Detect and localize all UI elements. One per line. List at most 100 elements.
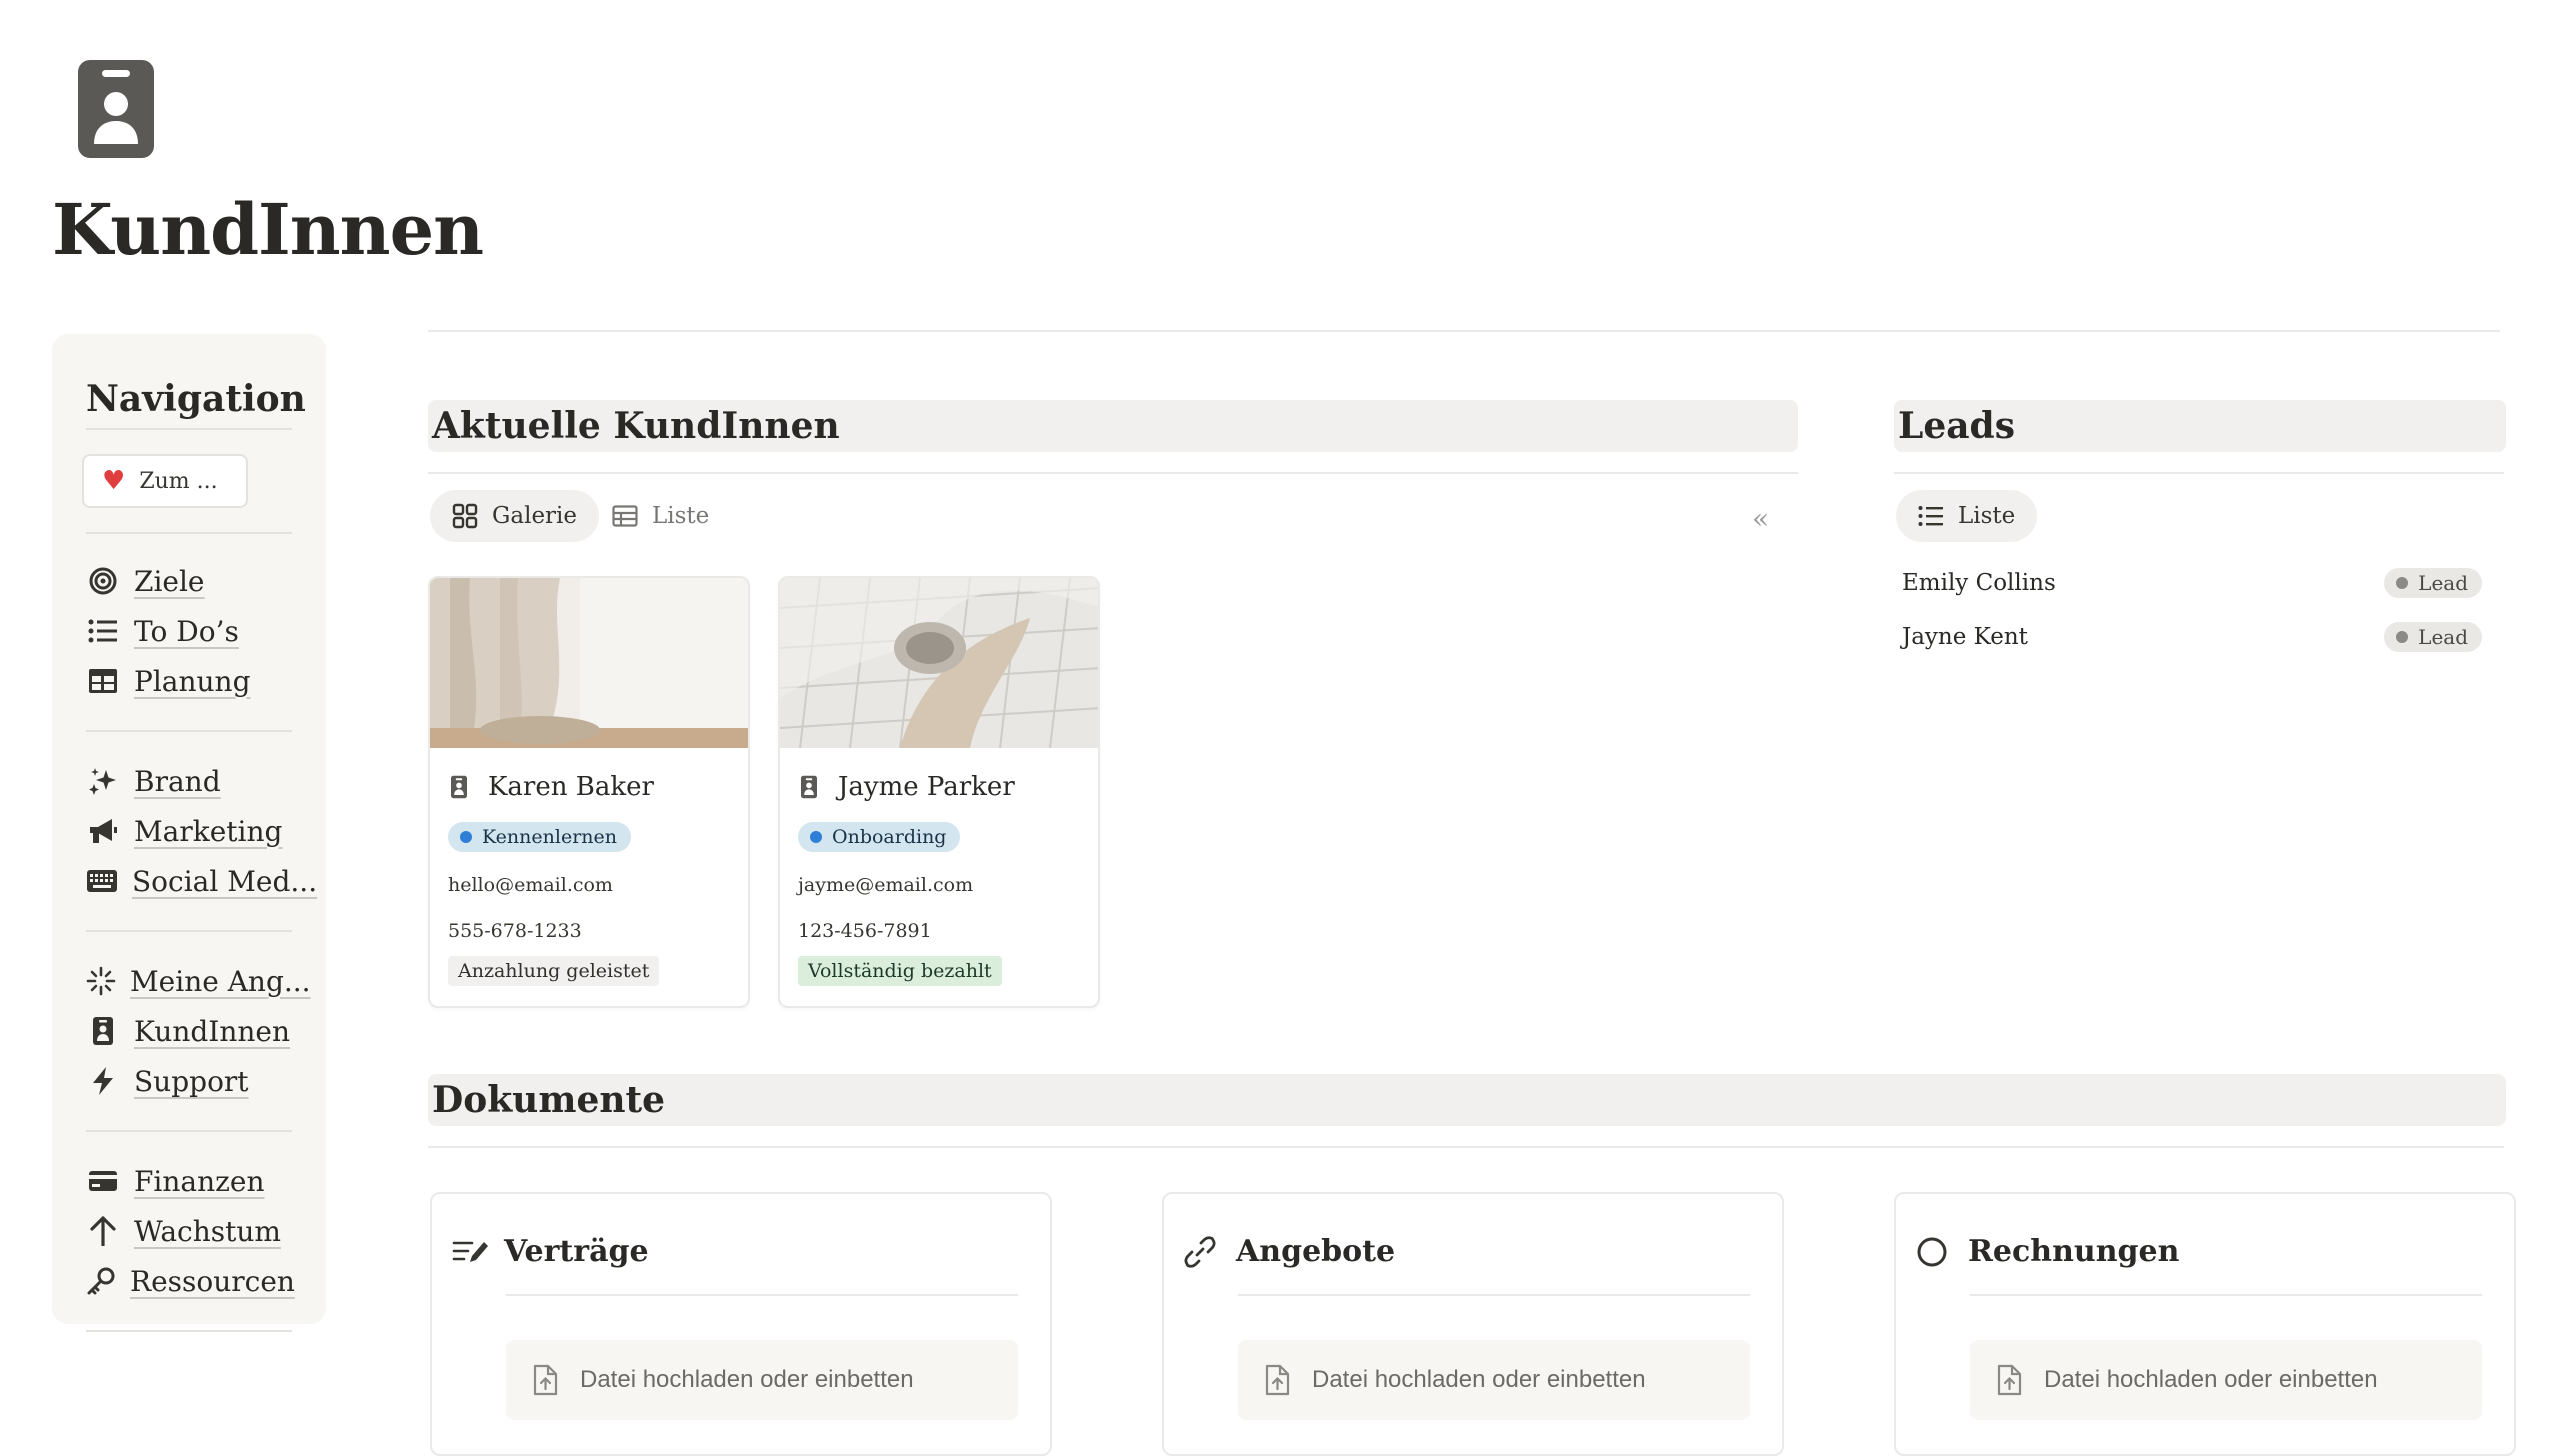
divider	[428, 330, 2500, 332]
edit-lines-icon	[452, 1238, 494, 1266]
contact-card-icon	[800, 775, 818, 799]
upload-button[interactable]: Datei hochladen oder einbetten	[1970, 1340, 2482, 1420]
document-card-title: Verträge	[452, 1234, 649, 1269]
client-email: jayme@email.com	[798, 874, 974, 896]
table-icon	[612, 505, 638, 527]
client-card[interactable]: Karen Baker Kennenlernen hello@email.com…	[428, 576, 750, 1008]
key-icon	[86, 1264, 116, 1298]
sidebar-item-brand[interactable]: Brand	[86, 756, 292, 806]
navigation-title: Navigation	[86, 378, 306, 420]
circle-icon	[1916, 1236, 1958, 1268]
client-phone: 123-456-7891	[798, 920, 932, 942]
sidebar-item-ziele[interactable]: Ziele	[86, 556, 292, 606]
sidebar-item-label: Social Med...	[132, 864, 318, 898]
list-icon	[1918, 505, 1944, 527]
sidebar-item-meine-angebote[interactable]: Meine Ang...	[86, 956, 311, 1006]
client-name: Karen Baker	[488, 772, 654, 802]
document-title: Verträge	[504, 1234, 649, 1269]
status-label: Onboarding	[832, 826, 947, 848]
sidebar-item-wachstum[interactable]: Wachstum	[86, 1206, 292, 1256]
page-title: KundInnen	[52, 188, 484, 271]
tab-liste[interactable]: Liste	[590, 490, 731, 542]
card-cover-image	[780, 578, 1098, 749]
sidebar-item-label: Finanzen	[134, 1164, 265, 1198]
list-item[interactable]: Emily Collins Lead	[1902, 556, 2482, 610]
upload-button[interactable]: Datei hochladen oder einbetten	[506, 1340, 1018, 1420]
heart-icon: ♥	[102, 466, 126, 496]
table-icon	[86, 664, 120, 698]
sidebar-item-social-media[interactable]: Social Med...	[86, 856, 317, 906]
status-label: Lead	[2418, 571, 2468, 595]
status-label: Lead	[2418, 625, 2468, 649]
list-item[interactable]: Jayne Kent Lead	[1902, 610, 2482, 664]
document-card-vertraege: Verträge Datei hochladen oder einbetten	[430, 1192, 1052, 1456]
divider	[506, 1294, 1018, 1296]
gallery-icon	[452, 503, 478, 529]
keyboard-icon	[86, 864, 118, 898]
sidebar-item-marketing[interactable]: Marketing	[86, 806, 292, 856]
client-card[interactable]: Jayme Parker Onboarding jayme@email.com …	[778, 576, 1100, 1008]
link-icon	[1184, 1235, 1226, 1268]
tab-galerie[interactable]: Galerie	[430, 490, 600, 542]
sidebar-item-label: Brand	[134, 764, 221, 798]
sidebar-item-label: To Do’s	[134, 614, 239, 648]
sidebar-item-label: Wachstum	[134, 1214, 281, 1248]
navigation-panel: Navigation ♥ Zum ... Ziele To Do’s Planu…	[52, 334, 326, 1332]
status-badge: Kennenlernen	[448, 822, 748, 852]
document-title: Angebote	[1236, 1234, 1396, 1269]
status-badge: Onboarding	[798, 822, 1098, 852]
sidebar-item-todos[interactable]: To Do’s	[86, 606, 292, 656]
favorite-button[interactable]: ♥ Zum ...	[82, 454, 248, 508]
contact-card-icon[interactable]	[76, 58, 156, 160]
document-card-rechnungen: Rechnungen Datei hochladen oder einbette…	[1894, 1192, 2516, 1456]
status-dot	[2396, 631, 2409, 643]
double-chevron-left-icon[interactable]: «	[1752, 502, 1769, 535]
card-cover-image	[430, 578, 748, 748]
divider	[86, 428, 292, 430]
status-label: Kennenlernen	[482, 826, 618, 848]
divider	[428, 472, 1798, 474]
file-upload-icon	[1996, 1364, 2022, 1396]
status-badge: Lead	[2384, 622, 2482, 652]
sidebar-item-label: Meine Ang...	[130, 964, 311, 998]
favorite-label: Zum ...	[139, 468, 218, 494]
sidebar-item-label: Support	[134, 1064, 249, 1098]
document-title: Rechnungen	[1968, 1234, 2180, 1269]
client-name: Jayme Parker	[838, 772, 1015, 802]
tab-label: Galerie	[492, 503, 578, 529]
arrow-up-icon	[86, 1214, 120, 1248]
client-email: hello@email.com	[448, 874, 613, 896]
nav-group: Meine Ang... KundInnen Support	[86, 932, 311, 1130]
sidebar-item-label: KundInnen	[134, 1014, 291, 1048]
payment-tag: Vollständig bezahlt	[798, 956, 1002, 986]
sidebar-item-kundinnen[interactable]: KundInnen	[86, 1006, 292, 1056]
tab-label: Liste	[1958, 503, 2016, 529]
sidebar-item-support[interactable]: Support	[86, 1056, 292, 1106]
upload-label: Datei hochladen oder einbetten	[580, 1366, 914, 1393]
status-dot	[2396, 577, 2409, 589]
card-title: Karen Baker	[450, 770, 748, 804]
status-badge: Lead	[2384, 568, 2482, 598]
file-upload-icon	[1264, 1364, 1290, 1396]
lightning-icon	[86, 1064, 120, 1098]
divider	[1238, 1294, 1750, 1296]
payment-tag: Anzahlung geleistet	[448, 956, 660, 986]
section-title-documents: Dokumente	[428, 1074, 2506, 1126]
sidebar-item-finanzen[interactable]: Finanzen	[86, 1156, 292, 1206]
sidebar-item-planung[interactable]: Planung	[86, 656, 292, 706]
status-dot	[460, 831, 472, 843]
sidebar-item-label: Marketing	[134, 814, 283, 848]
status-dot	[810, 831, 822, 843]
list-icon	[86, 614, 120, 648]
sidebar-item-ressourcen[interactable]: Ressourcen	[86, 1256, 295, 1306]
tab-liste[interactable]: Liste	[1896, 490, 2038, 542]
section-title-current-clients: Aktuelle KundInnen	[428, 400, 1798, 452]
upload-label: Datei hochladen oder einbetten	[2044, 1366, 2378, 1393]
sidebar-item-label: Ziele	[134, 564, 205, 598]
burst-icon	[86, 964, 116, 998]
upload-label: Datei hochladen oder einbetten	[1312, 1366, 1646, 1393]
upload-button[interactable]: Datei hochladen oder einbetten	[1238, 1340, 1750, 1420]
divider	[1970, 1294, 2482, 1296]
contact-card-icon	[450, 775, 468, 799]
client-phone: 555-678-1233	[448, 920, 582, 942]
